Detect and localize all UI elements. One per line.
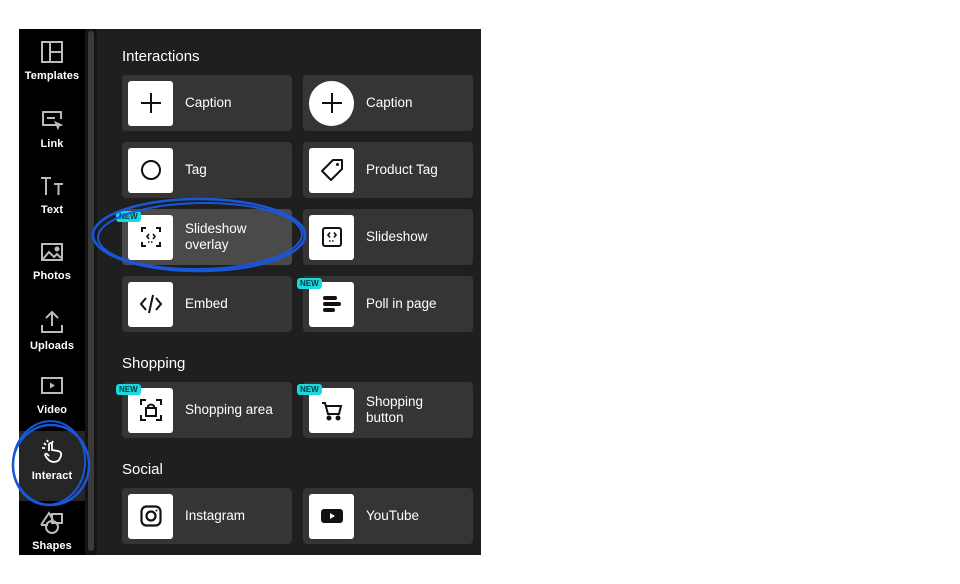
card-label: Shopping area	[185, 402, 273, 417]
new-badge: NEW	[297, 277, 322, 289]
sidebar-item-label: Templates	[24, 70, 80, 82]
sidebar-item-label: Uploads	[29, 340, 75, 352]
slideshow-card[interactable]: Slideshow	[303, 209, 473, 265]
thumb	[128, 147, 173, 193]
code-icon	[139, 294, 162, 314]
card-label: Slideshow overlay	[185, 221, 247, 252]
slideshow-overlay-icon	[140, 227, 161, 247]
sidebar-item-video[interactable]: Video	[19, 365, 85, 433]
instagram-icon	[139, 505, 162, 527]
sidebar-item-text[interactable]: Text	[19, 165, 85, 233]
circle-icon	[140, 160, 161, 180]
new-badge: NEW	[297, 383, 322, 395]
slideshow-icon	[321, 227, 342, 247]
slideshow-overlay-card[interactable]: NEW Slideshow overlay	[116, 209, 292, 265]
card-label: Instagram	[185, 508, 246, 523]
sidebar-scrollbar[interactable]	[88, 31, 94, 551]
sidebar: Templates Link Text Photos Uploads Video…	[19, 29, 85, 555]
plus-circle-icon	[321, 93, 342, 113]
sidebar-item-link[interactable]: Link	[19, 99, 85, 167]
elements-panel: Interactions Caption Caption Tag Product…	[97, 29, 481, 555]
section-title-shopping: Shopping	[122, 355, 186, 372]
photos-icon	[39, 239, 65, 265]
shopping-bag-icon	[139, 399, 162, 421]
sidebar-item-shapes[interactable]: Shapes	[19, 501, 85, 555]
uploads-icon	[39, 309, 65, 335]
plus-icon	[140, 93, 161, 113]
tag-icon	[320, 159, 343, 181]
thumb	[309, 493, 354, 539]
thumb: NEW	[116, 383, 173, 433]
sidebar-item-label: Shapes	[32, 540, 72, 552]
product-tag-card[interactable]: Product Tag	[303, 142, 473, 198]
shapes-icon	[39, 509, 65, 535]
embed-card[interactable]: Embed	[122, 276, 292, 332]
card-label: Shopping button	[366, 394, 424, 425]
thumb	[309, 147, 354, 193]
instagram-card[interactable]: Instagram	[122, 488, 292, 544]
video-icon	[39, 373, 65, 399]
sidebar-item-uploads[interactable]: Uploads	[19, 301, 85, 369]
link-icon	[39, 107, 65, 133]
new-badge: NEW	[116, 210, 141, 222]
section-title-interactions: Interactions	[122, 48, 200, 65]
card-label: Poll in page	[366, 296, 437, 311]
sidebar-item-photos[interactable]: Photos	[19, 231, 85, 299]
shopping-area-card[interactable]: NEW Shopping area	[116, 382, 292, 438]
sidebar-item-templates[interactable]: Templates	[19, 31, 85, 99]
section-title-social: Social	[122, 461, 163, 478]
caption-square-card[interactable]: Caption	[122, 75, 292, 131]
card-label: Caption	[366, 95, 413, 110]
thumb	[309, 214, 354, 260]
thumb	[309, 80, 354, 126]
card-label: Caption	[185, 95, 232, 110]
card-label: Product Tag	[366, 162, 438, 177]
text-icon	[39, 173, 65, 199]
new-badge: NEW	[116, 383, 141, 395]
templates-icon	[39, 39, 65, 65]
thumb	[128, 493, 173, 539]
sidebar-item-label: Video	[36, 404, 68, 416]
tag-card[interactable]: Tag	[122, 142, 292, 198]
thumb	[128, 80, 173, 126]
youtube-icon	[320, 509, 343, 523]
card-label: Embed	[185, 296, 228, 311]
card-label: Tag	[185, 162, 207, 177]
card-label: Slideshow	[366, 229, 428, 244]
thumb: NEW	[116, 210, 173, 260]
sidebar-item-interact[interactable]: Interact	[19, 431, 85, 501]
poll-icon	[322, 296, 341, 312]
sidebar-item-label: Link	[40, 138, 64, 150]
shopping-button-card[interactable]: NEW Shopping button	[297, 382, 473, 438]
poll-in-page-card[interactable]: NEW Poll in page	[297, 276, 473, 332]
interact-icon	[39, 439, 65, 465]
sidebar-item-label: Interact	[31, 470, 73, 482]
thumb: NEW	[297, 383, 354, 433]
youtube-card[interactable]: YouTube	[303, 488, 473, 544]
thumb: NEW	[297, 277, 354, 327]
thumb	[128, 281, 173, 327]
card-label: YouTube	[366, 508, 420, 523]
sidebar-item-label: Photos	[33, 270, 71, 282]
cart-icon	[321, 402, 342, 421]
sidebar-item-label: Text	[40, 204, 64, 216]
caption-circle-card[interactable]: Caption	[303, 75, 473, 131]
editor-panel: Templates Link Text Photos Uploads Video…	[19, 29, 481, 555]
